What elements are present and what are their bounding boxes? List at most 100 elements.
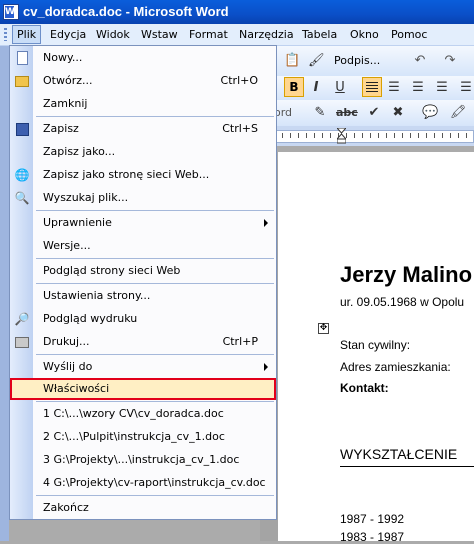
ruler-ticks	[282, 133, 468, 138]
menu-window[interactable]: Okno	[346, 27, 383, 42]
menu-tools[interactable]: Narzędzia	[235, 27, 298, 42]
word-app-icon[interactable]: W	[3, 4, 19, 20]
menu-item-label: Nowy...	[43, 51, 83, 64]
menu-item-print[interactable]: Drukuj... Ctrl+P	[10, 331, 276, 353]
comment-icon[interactable]: 💬	[422, 105, 438, 121]
justify-icon[interactable]: ☰	[434, 80, 450, 96]
title-bar: W cv_doradca.doc - Microsoft Word	[0, 0, 474, 24]
menu-separator	[36, 283, 274, 284]
submenu-arrow-icon	[264, 363, 268, 371]
menu-bar: Plik Edycja Widok Wstaw Format Narzędzia…	[0, 24, 474, 46]
menu-separator	[36, 401, 274, 402]
menu-item-permission[interactable]: Uprawnienie	[10, 212, 276, 234]
menu-item-save[interactable]: Zapisz Ctrl+S	[10, 118, 276, 140]
menu-item-close[interactable]: Zamknij	[10, 93, 276, 115]
format-painter-icon[interactable]: 🖌	[308, 53, 325, 69]
menu-item-recent-1[interactable]: 1 C:\...\wzory CV\cv_doradca.doc	[10, 403, 276, 425]
menu-item-save-as[interactable]: Zapisz jako...	[10, 141, 276, 163]
horizontal-ruler[interactable]	[262, 126, 474, 146]
menu-item-label: Wyszukaj plik...	[43, 191, 129, 204]
redo-icon[interactable]: ↷	[442, 53, 458, 69]
menu-item-label: 4 G:\Projekty\cv-raport\instrukcja_cv.do…	[43, 476, 266, 489]
file-search-icon: 🔍	[14, 191, 30, 205]
undo-icon[interactable]: ↶	[412, 53, 428, 69]
strikethrough-icon[interactable]: abc	[336, 105, 358, 121]
doc-marital-status: Stan cywilny:	[340, 338, 411, 352]
menu-separator	[36, 495, 274, 496]
menu-item-shortcut: Ctrl+S	[222, 122, 258, 135]
menu-item-label: Otwórz...	[43, 74, 93, 87]
menu-item-label: Ustawienia strony...	[43, 289, 151, 302]
menu-item-recent-3[interactable]: 3 G:\Projekty\...\instrukcja_cv_1.doc	[10, 449, 276, 471]
doc-section-rule	[340, 466, 474, 467]
menu-item-label: Zakończ	[43, 501, 89, 514]
menu-item-recent-4[interactable]: 4 G:\Projekty\cv-raport\instrukcja_cv.do…	[10, 472, 276, 494]
menu-item-label: Zamknij	[43, 97, 88, 110]
doc-address: Adres zamieszkania:	[340, 360, 451, 374]
menu-item-shortcut: Ctrl+O	[220, 74, 258, 87]
new-document-icon	[14, 50, 30, 66]
menu-item-label: Uprawnienie	[43, 216, 112, 229]
align-center-icon[interactable]: ☰	[386, 80, 402, 96]
align-left-icon	[366, 82, 378, 92]
file-menu-dropdown: Nowy... Otwórz... Ctrl+O Zamknij Zapisz …	[9, 45, 277, 520]
open-folder-icon	[14, 73, 30, 89]
menu-item-label: Podgląd wydruku	[43, 312, 138, 325]
menu-separator	[36, 116, 274, 117]
menu-item-label: Zapisz	[43, 122, 79, 135]
paste-icon[interactable]: 📋	[284, 53, 300, 69]
menubar-grip-icon[interactable]	[4, 28, 7, 41]
menu-item-exit[interactable]: Zakończ	[10, 497, 276, 519]
save-disk-icon	[14, 121, 30, 137]
menu-insert[interactable]: Wstaw	[137, 27, 182, 42]
menu-item-properties[interactable]: Właściwości	[10, 378, 276, 400]
menu-item-open[interactable]: Otwórz... Ctrl+O	[10, 70, 276, 92]
menu-item-label: Drukuj...	[43, 335, 90, 348]
menu-item-print-preview[interactable]: 🔎 Podgląd wydruku	[10, 308, 276, 330]
bold-button[interactable]: B	[284, 77, 304, 97]
menu-item-web-preview[interactable]: Podgląd strony sieci Web	[10, 260, 276, 282]
align-left-button[interactable]	[362, 77, 382, 97]
menu-item-recent-2[interactable]: 2 C:\...\Pulpit\instrukcja_cv_1.doc	[10, 426, 276, 448]
menu-item-page-setup[interactable]: Ustawienia strony...	[10, 285, 276, 307]
underline-icon[interactable]: U	[332, 80, 348, 96]
standard-toolbar: 📋 🖌 Podpis... ↶ ↷	[262, 46, 474, 77]
menu-item-send-to[interactable]: Wyślij do	[10, 356, 276, 378]
menu-item-label: Wersje...	[43, 239, 91, 252]
track-changes-icon[interactable]: ✎	[312, 105, 328, 121]
menu-item-new[interactable]: Nowy...	[10, 47, 276, 69]
menu-file[interactable]: Plik	[12, 25, 42, 44]
align-right-icon[interactable]: ☰	[410, 80, 426, 96]
doc-section-education: WYKSZTAŁCENIE	[340, 446, 458, 462]
indent-marker-icon[interactable]	[337, 128, 346, 144]
menu-item-shortcut: Ctrl+P	[222, 335, 258, 348]
menu-item-label: Zapisz jako...	[43, 145, 116, 158]
menu-item-label: Właściwości	[43, 382, 110, 395]
menu-item-label: 2 C:\...\Pulpit\instrukcja_cv_1.doc	[43, 430, 225, 443]
menu-edit[interactable]: Edycja	[46, 27, 90, 42]
doc-birth-info: ur. 09.05.1968 w Opolu	[340, 295, 465, 309]
menu-item-label: Zapisz jako stronę sieci Web...	[43, 168, 210, 181]
menu-help[interactable]: Pomoc	[387, 27, 431, 42]
menu-item-label: 1 C:\...\wzory CV\cv_doradca.doc	[43, 407, 224, 420]
menu-item-label: Wyślij do	[43, 360, 93, 373]
menu-item-save-as-web[interactable]: 🌐 Zapisz jako stronę sieci Web...	[10, 164, 276, 186]
table-move-handle-icon[interactable]: ✥	[318, 323, 329, 334]
menu-separator	[36, 210, 274, 211]
highlight-icon[interactable]: 🖍	[450, 105, 467, 121]
menu-item-file-search[interactable]: 🔍 Wyszukaj plik...	[10, 187, 276, 209]
menu-table[interactable]: Tabela	[298, 27, 341, 42]
menu-format[interactable]: Format	[185, 27, 232, 42]
italic-icon[interactable]: I	[308, 80, 324, 96]
line-spacing-icon[interactable]: ☰	[458, 80, 474, 96]
reject-change-icon[interactable]: ✖	[390, 105, 406, 121]
menu-item-versions[interactable]: Wersje...	[10, 235, 276, 257]
doc-year: 1983 - 1987	[340, 530, 405, 544]
menu-view[interactable]: Widok	[92, 27, 134, 42]
menu-separator	[36, 354, 274, 355]
accept-change-icon[interactable]: ✔	[366, 105, 382, 121]
window-title: cv_doradca.doc - Microsoft Word	[23, 4, 229, 19]
doc-year: 1987 - 1992	[340, 512, 405, 526]
submenu-arrow-icon	[264, 219, 268, 227]
signature-button[interactable]: Podpis...	[334, 54, 380, 67]
